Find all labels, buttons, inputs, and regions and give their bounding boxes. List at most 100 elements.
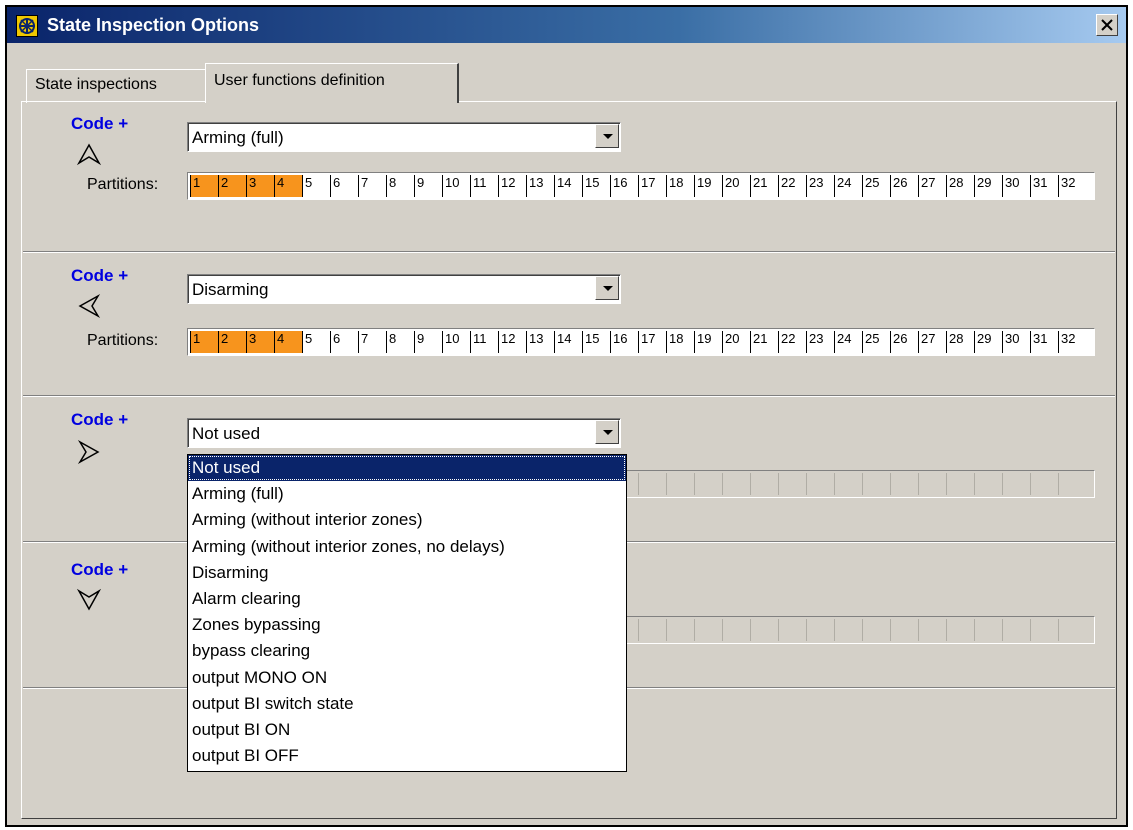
partition-cell[interactable]: 18 [666,331,694,353]
dropdown-option[interactable]: bypass clearing [188,638,626,664]
partition-cell [778,473,806,495]
partition-cell [638,473,666,495]
dropdown-option[interactable]: output BI OFF [188,743,626,769]
partition-cell[interactable]: 11 [470,331,498,353]
dropdown-button[interactable] [595,420,619,444]
function-select-up[interactable]: Arming (full) [187,122,621,152]
partition-cell[interactable]: 29 [974,331,1002,353]
partition-cell[interactable]: 30 [1002,175,1030,197]
partition-cell[interactable]: 4 [274,175,302,197]
partition-cell [1002,473,1030,495]
dropdown-button[interactable] [595,276,619,300]
close-button[interactable] [1096,14,1118,36]
partition-cell[interactable]: 22 [778,331,806,353]
partition-cell[interactable]: 7 [358,175,386,197]
partition-cell[interactable]: 1 [190,175,218,197]
function-select-left[interactable]: Disarming [187,274,621,304]
partition-cell[interactable]: 5 [302,331,330,353]
partition-cell[interactable]: 23 [806,331,834,353]
partition-cell[interactable]: 17 [638,175,666,197]
partition-cell[interactable]: 23 [806,175,834,197]
partition-cell[interactable]: 9 [414,175,442,197]
partition-cell[interactable]: 7 [358,331,386,353]
partition-cell[interactable]: 32 [1058,175,1086,197]
partition-cell[interactable]: 21 [750,175,778,197]
partition-cell[interactable]: 28 [946,331,974,353]
partition-cell [890,473,918,495]
partition-cell[interactable]: 29 [974,175,1002,197]
partition-cell[interactable]: 27 [918,331,946,353]
partition-cell[interactable]: 2 [218,175,246,197]
partition-cell[interactable]: 2 [218,331,246,353]
tab-state-inspections[interactable]: State inspections [26,69,206,103]
partition-cell[interactable]: 21 [750,331,778,353]
partition-cell[interactable]: 4 [274,331,302,353]
partition-cell[interactable]: 28 [946,175,974,197]
partition-cell[interactable]: 20 [722,331,750,353]
partition-cell[interactable]: 5 [302,175,330,197]
partition-cell [694,473,722,495]
partition-cell [722,619,750,641]
function-dropdown-list[interactable]: Not used Arming (full) Arming (without int… [187,454,627,772]
partition-cell[interactable]: 13 [526,175,554,197]
partition-cell[interactable]: 24 [834,331,862,353]
partition-cell[interactable]: 12 [498,331,526,353]
dropdown-button[interactable] [595,124,619,148]
dropdown-option[interactable]: output BI switch state [188,691,626,717]
dropdown-option[interactable]: Disarming [188,560,626,586]
dropdown-option[interactable]: output BI ON [188,717,626,743]
partition-cell [862,619,890,641]
dropdown-option[interactable]: output MONO ON [188,665,626,691]
partition-cell[interactable]: 12 [498,175,526,197]
partitions-grid-up[interactable]: 1 2 3 4 5 6 7 8 9 10 11 12 13 14 15 16 17 18 19 20 21 22 23 24 2… [187,172,1095,200]
partition-cell[interactable]: 27 [918,175,946,197]
partition-cell[interactable]: 20 [722,175,750,197]
partition-cell[interactable]: 31 [1030,175,1058,197]
partition-cell[interactable]: 9 [414,331,442,353]
partition-cell[interactable]: 13 [526,331,554,353]
partition-cell[interactable]: 8 [386,175,414,197]
title-bar[interactable]: State Inspection Options [7,7,1126,43]
partition-cell[interactable]: 1 [190,331,218,353]
partition-cell[interactable]: 24 [834,175,862,197]
partition-cell[interactable]: 3 [246,175,274,197]
partition-cell[interactable]: 26 [890,175,918,197]
partition-cell[interactable]: 16 [610,175,638,197]
partition-cell[interactable]: 19 [694,175,722,197]
partition-cell[interactable]: 10 [442,175,470,197]
partition-cell[interactable]: 25 [862,175,890,197]
partition-cell[interactable]: 19 [694,331,722,353]
partition-cell[interactable]: 10 [442,331,470,353]
partition-cell[interactable]: 15 [582,331,610,353]
dropdown-option[interactable]: Alarm clearing [188,586,626,612]
partition-cell[interactable]: 17 [638,331,666,353]
partition-cell[interactable]: 14 [554,331,582,353]
partition-cell[interactable]: 11 [470,175,498,197]
partition-cell[interactable]: 18 [666,175,694,197]
partition-cell [946,619,974,641]
partition-cell[interactable]: 25 [862,331,890,353]
function-select-right[interactable]: Not used [187,418,621,448]
partition-cell[interactable]: 31 [1030,331,1058,353]
partition-cell[interactable]: 26 [890,331,918,353]
partitions-grid-left[interactable]: 1 2 3 4 5 6 7 8 9 10 11 12 13 14 15 16 17 18 19 20 21 22 23 24 2… [187,328,1095,356]
select-value: Arming (full) [192,128,284,147]
partition-cell[interactable]: 32 [1058,331,1086,353]
dropdown-option[interactable]: Zones bypassing [188,612,626,638]
partition-cell[interactable]: 16 [610,331,638,353]
partition-cell[interactable]: 30 [1002,331,1030,353]
partition-cell[interactable]: 22 [778,175,806,197]
dropdown-option[interactable]: Arming (full) [188,481,626,507]
dropdown-option[interactable]: Not used [188,455,626,482]
tab-user-functions-definition[interactable]: User functions definition [205,63,459,103]
partition-cell[interactable]: 14 [554,175,582,197]
partition-cell[interactable]: 6 [330,175,358,197]
partition-cell[interactable]: 3 [246,331,274,353]
partition-cell[interactable]: 15 [582,175,610,197]
partition-cell[interactable]: 6 [330,331,358,353]
partition-cell [666,619,694,641]
dropdown-option[interactable]: Arming (without interior zones) [188,507,626,533]
partition-cell [1058,473,1086,495]
dropdown-option[interactable]: Arming (without interior zones, no delay… [188,534,626,560]
partition-cell[interactable]: 8 [386,331,414,353]
